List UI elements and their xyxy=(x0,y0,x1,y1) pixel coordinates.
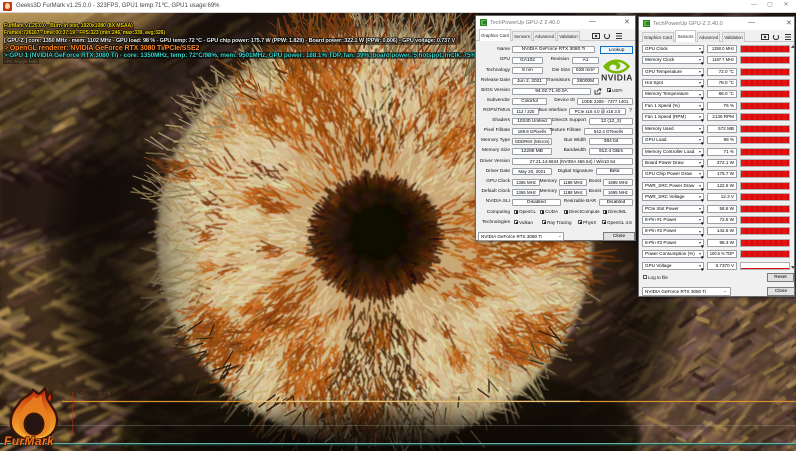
svg-text:NVIDIA: NVIDIA xyxy=(601,73,633,83)
